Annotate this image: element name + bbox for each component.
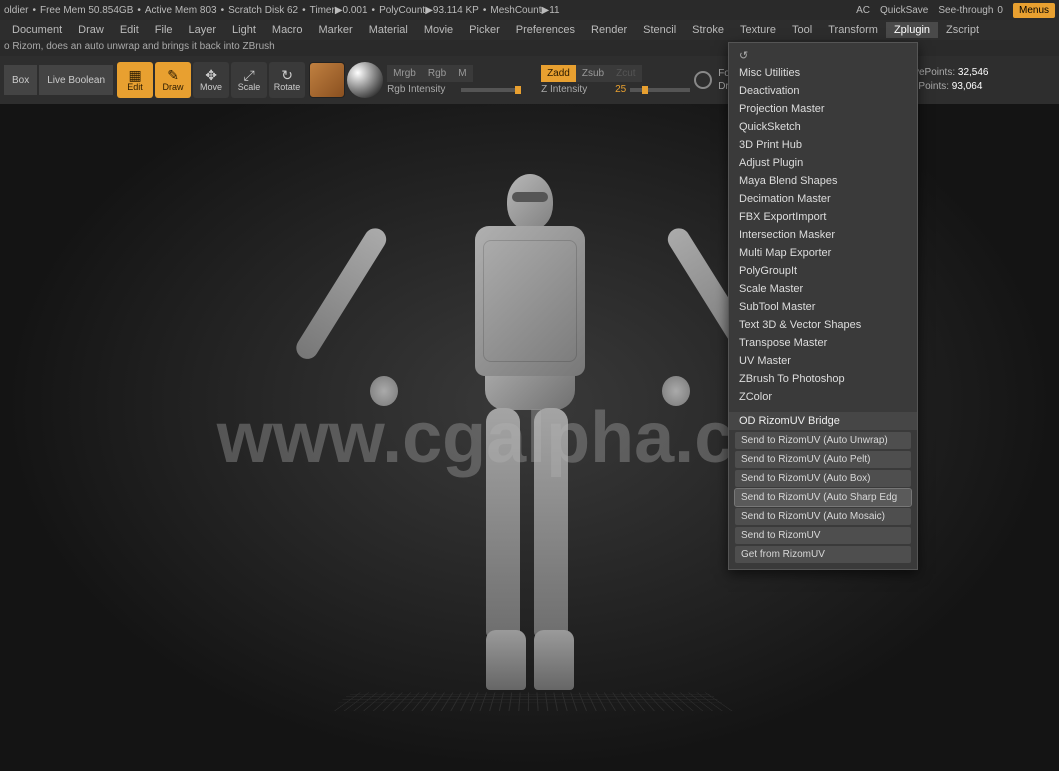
quicksave-button[interactable]: QuickSave [880, 5, 928, 16]
total-points-value: 93,064 [952, 81, 983, 92]
rizom-action-button[interactable]: Send to RizomUV (Auto Sharp Edg [735, 489, 911, 506]
active-points-value: 32,546 [958, 67, 989, 78]
zadd-button[interactable]: Zadd [541, 65, 576, 82]
menu-file[interactable]: File [147, 22, 181, 38]
plugin-item[interactable]: ZColor [729, 388, 917, 406]
menu-draw[interactable]: Draw [70, 22, 112, 38]
history-icon[interactable]: ↺ [739, 50, 748, 62]
rgb-button[interactable]: Rgb [422, 65, 452, 82]
rizom-action-button[interactable]: Send to RizomUV [735, 527, 911, 544]
z-intensity-label: Z Intensity [541, 84, 611, 95]
zplugin-dropdown: ↺ Misc UtilitiesDeactivationProjection M… [728, 42, 918, 570]
plugin-item[interactable]: Misc Utilities [729, 64, 917, 82]
meshcount-stat: MeshCount▶11 [490, 5, 559, 16]
project-name: oldier [4, 5, 28, 16]
menu-zplugin[interactable]: Zplugin [886, 22, 938, 38]
menus-button[interactable]: Menus [1013, 3, 1055, 18]
rotate-button[interactable]: ↻Rotate [269, 62, 305, 98]
menu-stroke[interactable]: Stroke [684, 22, 732, 38]
menu-zscript[interactable]: Zscript [938, 22, 987, 38]
rizom-action-button[interactable]: Send to RizomUV (Auto Unwrap) [735, 432, 911, 449]
rgb-intensity-slider[interactable] [461, 88, 521, 92]
menu-layer[interactable]: Layer [181, 22, 225, 38]
box-mode-button[interactable]: Box [4, 65, 37, 95]
scale-button[interactable]: ⤢Scale [231, 62, 267, 98]
active-mem: Active Mem 803 [145, 5, 217, 16]
material-swatch[interactable] [309, 62, 345, 98]
menu-render[interactable]: Render [583, 22, 635, 38]
zcut-button[interactable]: Zcut [610, 65, 641, 82]
plugin-item[interactable]: ZBrush To Photoshop [729, 370, 917, 388]
menu-preferences[interactable]: Preferences [508, 22, 583, 38]
focal-dial-icon[interactable] [694, 71, 712, 89]
plugin-item[interactable]: FBX ExportImport [729, 208, 917, 226]
draw-icon: ✎ [167, 68, 179, 82]
status-bar: oldier •Free Mem 50.854GB •Active Mem 80… [0, 0, 1059, 20]
plugin-item[interactable]: Text 3D & Vector Shapes [729, 316, 917, 334]
ac-label: AC [856, 5, 870, 16]
plugin-item[interactable]: Adjust Plugin [729, 154, 917, 172]
rizom-action-button[interactable]: Send to RizomUV (Auto Mosaic) [735, 508, 911, 525]
menu-material[interactable]: Material [361, 22, 416, 38]
plugin-item[interactable]: Decimation Master [729, 190, 917, 208]
menu-edit[interactable]: Edit [112, 22, 147, 38]
m-button[interactable]: M [452, 65, 472, 82]
free-mem: Free Mem 50.854GB [40, 5, 133, 16]
timer-stat: Timer▶0.001 [310, 5, 368, 16]
menu-picker[interactable]: Picker [461, 22, 508, 38]
move-button[interactable]: ✥Move [193, 62, 229, 98]
menu-stencil[interactable]: Stencil [635, 22, 684, 38]
rotate-icon: ↻ [281, 68, 293, 82]
menu-transform[interactable]: Transform [820, 22, 886, 38]
plugin-item[interactable]: PolyGroupIt [729, 262, 917, 280]
see-through-label: See-through [938, 5, 993, 16]
rgb-intensity-label: Rgb Intensity [387, 84, 457, 95]
plugin-item[interactable]: Transpose Master [729, 334, 917, 352]
rizom-action-button[interactable]: Get from RizomUV [735, 546, 911, 563]
draw-mode-button[interactable]: ✎Draw [155, 62, 191, 98]
floor-grid [325, 692, 734, 711]
menu-movie[interactable]: Movie [416, 22, 461, 38]
plugin-item[interactable]: Projection Master [729, 100, 917, 118]
plugin-item[interactable]: Multi Map Exporter [729, 244, 917, 262]
plugin-item[interactable]: Intersection Masker [729, 226, 917, 244]
move-icon: ✥ [205, 68, 217, 82]
polycount-stat: PolyCount▶93.114 KP [379, 5, 479, 16]
plugin-item[interactable]: Scale Master [729, 280, 917, 298]
menu-light[interactable]: Light [224, 22, 264, 38]
plugin-item[interactable]: QuickSketch [729, 118, 917, 136]
zsub-button[interactable]: Zsub [576, 65, 610, 82]
rizom-action-button[interactable]: Send to RizomUV (Auto Box) [735, 470, 911, 487]
rizom-action-button[interactable]: Send to RizomUV (Auto Pelt) [735, 451, 911, 468]
plugin-item[interactable]: Maya Blend Shapes [729, 172, 917, 190]
plugin-item[interactable]: Deactivation [729, 82, 917, 100]
gradient-swatch[interactable] [347, 62, 383, 98]
live-boolean-button[interactable]: Live Boolean [39, 65, 113, 95]
plugin-item[interactable]: SubTool Master [729, 298, 917, 316]
edit-icon: ▦ [128, 68, 141, 82]
menu-bar: DocumentDrawEditFileLayerLightMacroMarke… [0, 20, 1059, 40]
plugin-item[interactable]: 3D Print Hub [729, 136, 917, 154]
character-mesh[interactable] [475, 174, 585, 690]
mrgb-button[interactable]: Mrgb [387, 65, 422, 82]
menu-texture[interactable]: Texture [732, 22, 784, 38]
menu-document[interactable]: Document [4, 22, 70, 38]
menu-marker[interactable]: Marker [310, 22, 360, 38]
plugin-item[interactable]: UV Master [729, 352, 917, 370]
menu-tool[interactable]: Tool [784, 22, 820, 38]
edit-mode-button[interactable]: ▦Edit [117, 62, 153, 98]
z-intensity-slider[interactable] [630, 88, 690, 92]
z-intensity-value[interactable]: 25 [615, 84, 626, 95]
menu-macro[interactable]: Macro [264, 22, 311, 38]
see-through-value[interactable]: 0 [997, 5, 1003, 16]
scale-icon: ⤢ [243, 68, 254, 82]
rizom-bridge-header[interactable]: OD RizomUV Bridge [729, 412, 917, 430]
scratch-disk: Scratch Disk 62 [228, 5, 298, 16]
